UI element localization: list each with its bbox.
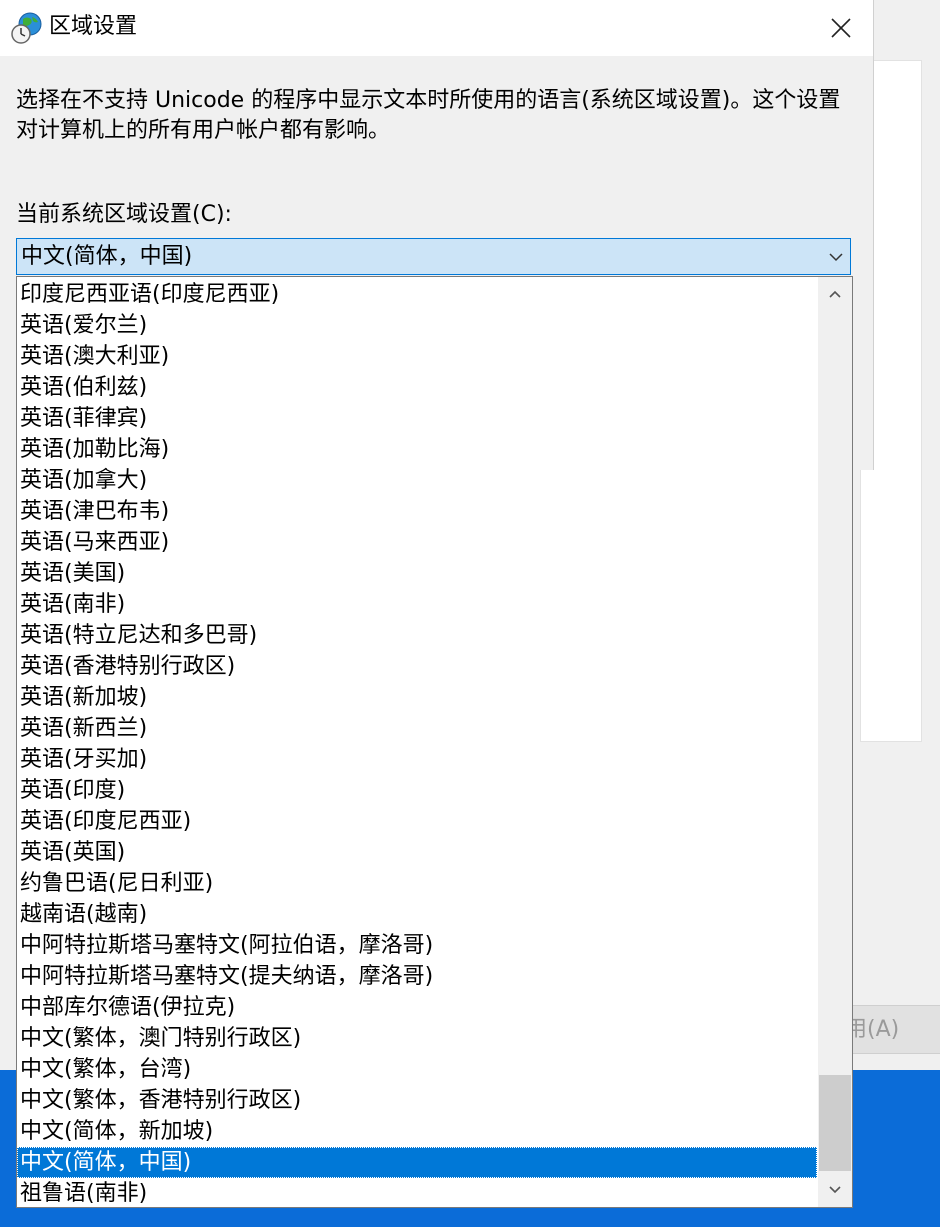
list-item[interactable]: 英语(印度尼西亚) xyxy=(17,806,817,837)
list-item[interactable]: 英语(牙买加) xyxy=(17,744,817,775)
list-item[interactable]: 越南语(越南) xyxy=(17,899,817,930)
close-button[interactable] xyxy=(809,0,873,56)
locale-combobox[interactable]: 中文(简体，中国) xyxy=(16,238,851,275)
current-locale-label: 当前系统区域设置(C): xyxy=(16,202,232,227)
close-icon xyxy=(831,18,851,38)
title-bar: 区域设置 xyxy=(0,0,873,56)
scrollbar[interactable] xyxy=(818,277,852,1207)
chevron-down-icon xyxy=(829,1186,841,1194)
list-item[interactable]: 英语(爱尔兰) xyxy=(17,310,817,341)
list-item[interactable]: 英语(英国) xyxy=(17,837,817,868)
globe-clock-icon xyxy=(11,12,42,44)
list-item[interactable]: 约鲁巴语(尼日利亚) xyxy=(17,868,817,899)
dialog-title: 区域设置 xyxy=(49,14,138,39)
list-item[interactable]: 英语(新加坡) xyxy=(17,682,817,713)
list-item[interactable]: 英语(加勒比海) xyxy=(17,434,817,465)
list-item[interactable]: 英语(新西兰) xyxy=(17,713,817,744)
list-item[interactable]: 英语(伯利兹) xyxy=(17,372,817,403)
list-item[interactable]: 英语(印度) xyxy=(17,775,817,806)
list-item[interactable]: 祖鲁语(南非) xyxy=(17,1178,817,1207)
list-item[interactable]: 英语(菲律宾) xyxy=(17,403,817,434)
list-item[interactable]: 英语(美国) xyxy=(17,558,817,589)
chevron-up-icon xyxy=(829,290,841,298)
list-item[interactable]: 中文(繁体，台湾) xyxy=(17,1054,817,1085)
list-item[interactable]: 英语(津巴布韦) xyxy=(17,496,817,527)
list-item[interactable]: 英语(加拿大) xyxy=(17,465,817,496)
locale-dropdown-list: 印度尼西亚语(印度尼西亚) 英语(爱尔兰) 英语(澳大利亚) 英语(伯利兹) 英语(菲律… xyxy=(16,276,853,1208)
list-item[interactable]: 英语(香港特别行政区) xyxy=(17,651,817,682)
list-item[interactable]: 中部库尔德语(伊拉克) xyxy=(17,992,817,1023)
list-item[interactable]: 英语(马来西亚) xyxy=(17,527,817,558)
scroll-up-button[interactable] xyxy=(818,277,852,311)
scroll-down-button[interactable] xyxy=(818,1173,852,1207)
dropdown-items: 印度尼西亚语(印度尼西亚) 英语(爱尔兰) 英语(澳大利亚) 英语(伯利兹) 英语(菲律… xyxy=(17,279,817,1207)
chevron-down-icon xyxy=(829,253,843,262)
list-item[interactable]: 英语(特立尼达和多巴哥) xyxy=(17,620,817,651)
list-item[interactable]: 英语(南非) xyxy=(17,589,817,620)
list-item[interactable]: 印度尼西亚语(印度尼西亚) xyxy=(17,279,817,310)
list-item[interactable]: 英语(澳大利亚) xyxy=(17,341,817,372)
scroll-thumb[interactable] xyxy=(819,1075,851,1171)
list-item[interactable]: 中文(繁体，澳门特别行政区) xyxy=(17,1023,817,1054)
list-item[interactable]: 中阿特拉斯塔马塞特文(提夫纳语，摩洛哥) xyxy=(17,961,817,992)
combobox-value: 中文(简体，中国) xyxy=(21,244,193,269)
list-item[interactable]: 中文(繁体，香港特别行政区) xyxy=(17,1085,817,1116)
list-item[interactable]: 中阿特拉斯塔马塞特文(阿拉伯语，摩洛哥) xyxy=(17,930,817,961)
description-text: 选择在不支持 Unicode 的程序中显示文本时所使用的语言(系统区域设置)。这… xyxy=(16,88,841,143)
list-item[interactable]: 中文(简体，新加坡) xyxy=(17,1116,817,1147)
list-item[interactable]: 中文(简体，中国) xyxy=(17,1147,817,1178)
